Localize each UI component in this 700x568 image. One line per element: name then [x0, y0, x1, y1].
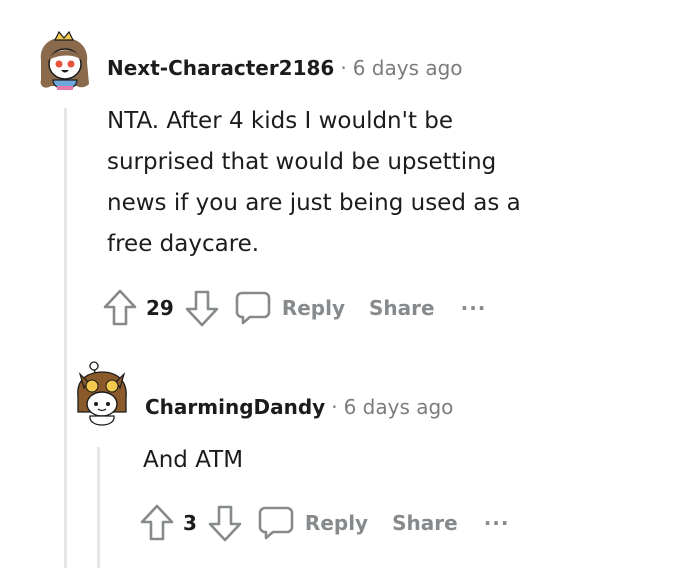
timestamp[interactable]: 6 days ago	[344, 395, 454, 419]
comment-body: And ATM	[143, 440, 243, 481]
comment-line: free daycare.	[107, 231, 260, 257]
upvote-button[interactable]	[139, 503, 175, 543]
comment-actions: 29 Reply Share ···	[102, 288, 486, 328]
comment-line: And ATM	[143, 447, 244, 473]
thread-line-reply[interactable]	[97, 447, 100, 568]
more-options-button[interactable]: ···	[484, 511, 510, 535]
downvote-button[interactable]	[184, 288, 220, 328]
avatar[interactable]	[72, 360, 134, 426]
downvote-arrow-icon	[208, 505, 242, 542]
vote-score: 3	[183, 511, 197, 535]
speech-bubble-icon	[235, 291, 271, 325]
share-button[interactable]: Share	[369, 296, 435, 320]
upvote-arrow-icon	[140, 504, 174, 541]
vote-score: 29	[146, 296, 174, 320]
upvote-button[interactable]	[102, 288, 138, 328]
downvote-button[interactable]	[207, 503, 243, 543]
comment-line: surprised that would be upsetting	[107, 149, 497, 175]
thread-line-main[interactable]	[64, 108, 67, 568]
reply-label: Reply	[281, 296, 346, 320]
comment-meta: Next-Character2186 · 6 days ago	[107, 56, 463, 80]
reply-label: Reply	[304, 511, 369, 535]
speech-bubble-icon	[258, 506, 294, 540]
meta-separator: ·	[331, 395, 338, 419]
comment-body: NTA. After 4 kids I wouldn't be surprise…	[107, 101, 521, 265]
upvote-arrow-icon	[103, 289, 137, 326]
username[interactable]: Next-Character2186	[107, 56, 334, 80]
downvote-arrow-icon	[185, 290, 219, 327]
timestamp[interactable]: 6 days ago	[353, 56, 463, 80]
reply-button[interactable]: Reply	[257, 505, 368, 541]
avatar[interactable]	[33, 30, 95, 92]
comment-line: NTA. After 4 kids I wouldn't be	[107, 108, 454, 134]
comment-actions: 3 Reply Share ···	[139, 503, 509, 543]
share-button[interactable]: Share	[392, 511, 458, 535]
comment-meta: CharmingDandy · 6 days ago	[145, 395, 453, 419]
snoo-avatar-owl-icon	[77, 361, 127, 426]
meta-separator: ·	[340, 56, 347, 80]
username[interactable]: CharmingDandy	[145, 395, 325, 419]
reply-button[interactable]: Reply	[234, 290, 345, 326]
comment-line: news if you are just being used as a	[107, 190, 521, 216]
snoo-avatar-crown-icon	[40, 30, 89, 90]
more-options-button[interactable]: ···	[461, 296, 487, 320]
